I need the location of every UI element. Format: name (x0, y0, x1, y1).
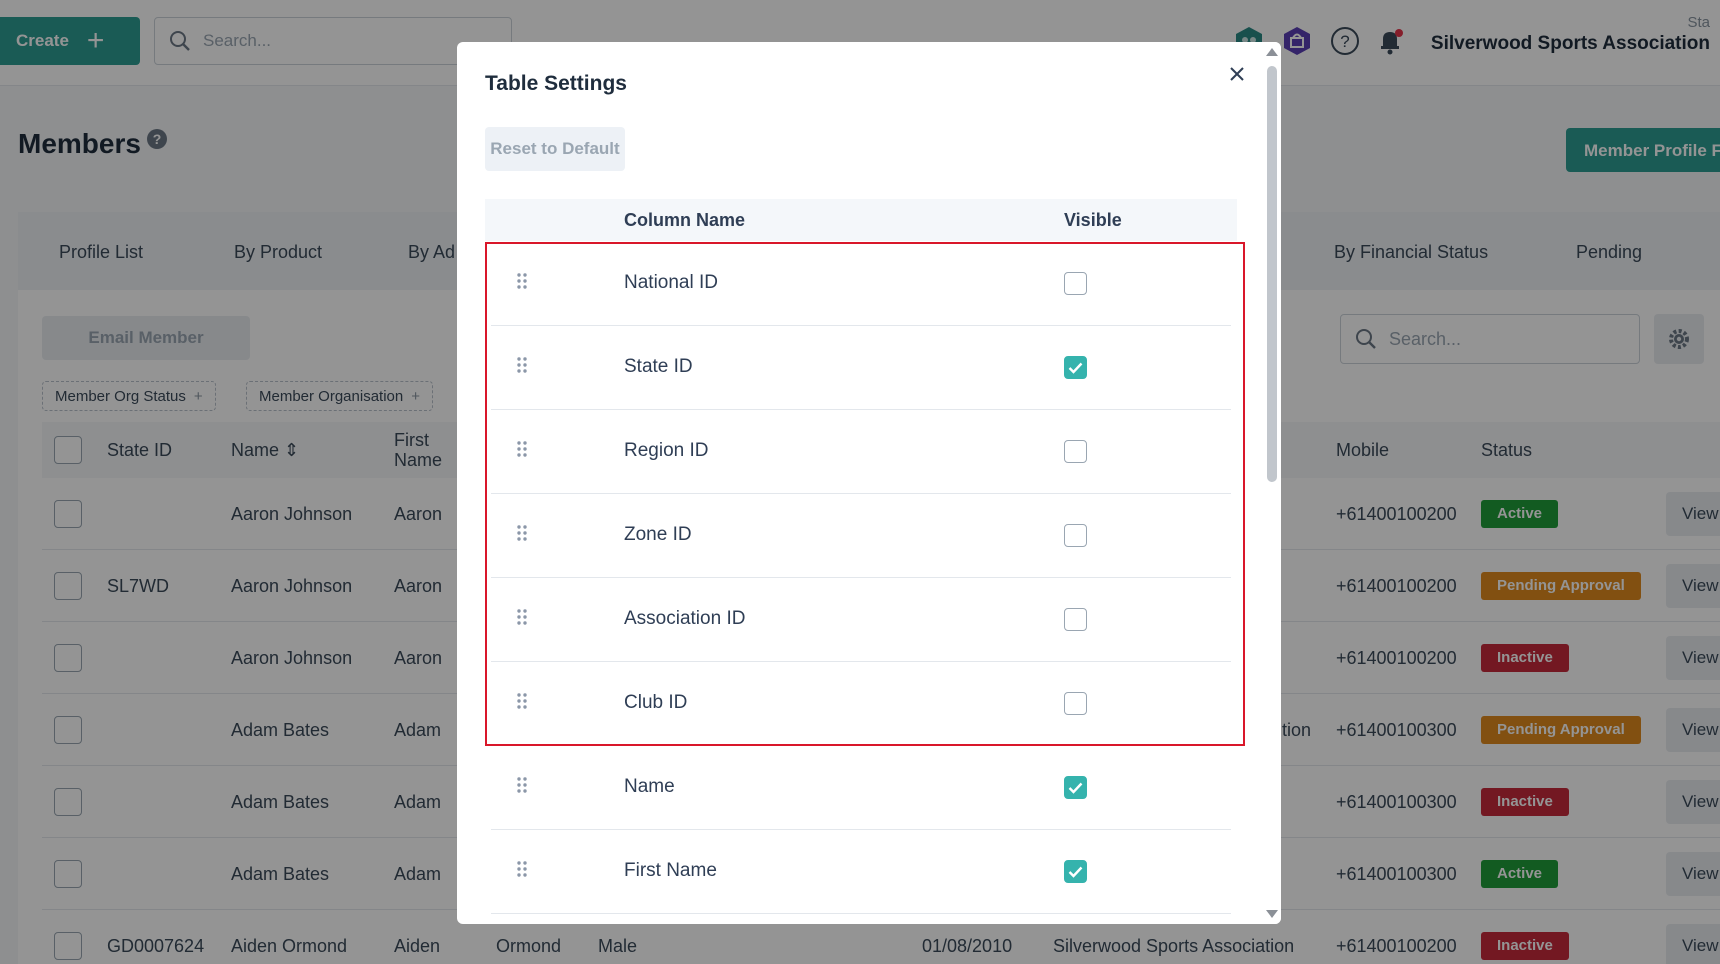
column-setting-row[interactable]: Association ID (491, 578, 1231, 662)
column-label: Region ID (624, 440, 709, 461)
drag-handle-icon[interactable] (515, 272, 529, 290)
visible-checkbox[interactable] (1064, 776, 1087, 799)
scroll-down-icon[interactable] (1266, 910, 1278, 918)
column-setting-row[interactable]: Name (491, 746, 1231, 830)
visible-checkbox[interactable] (1064, 692, 1087, 715)
modal-scrollbar[interactable] (1260, 42, 1281, 924)
drag-handle-icon[interactable] (515, 608, 529, 626)
column-label: Association ID (624, 608, 746, 629)
column-label: Club ID (624, 692, 688, 713)
column-setting-row[interactable]: Zone ID (491, 494, 1231, 578)
visible-checkbox[interactable] (1064, 860, 1087, 883)
drag-handle-icon[interactable] (515, 860, 529, 878)
table-settings-modal: Table Settings Reset to Default Column N… (457, 42, 1281, 924)
drag-handle-icon[interactable] (515, 692, 529, 710)
drag-handle-icon[interactable] (515, 524, 529, 542)
column-label: State ID (624, 356, 693, 377)
drag-handle-icon[interactable] (515, 356, 529, 374)
column-setting-row[interactable]: Region ID (491, 410, 1231, 494)
drag-handle-icon[interactable] (515, 776, 529, 794)
scroll-thumb[interactable] (1267, 66, 1277, 482)
close-button[interactable] (1221, 58, 1253, 90)
column-setting-row[interactable]: Club ID (491, 662, 1231, 746)
column-label: National ID (624, 272, 718, 293)
column-setting-row[interactable]: National ID (491, 242, 1231, 326)
column-label: Name (624, 776, 675, 797)
check-icon (1068, 866, 1083, 878)
settings-table-header: Column Name Visible (485, 199, 1237, 241)
column-setting-row[interactable]: First Name (491, 830, 1231, 914)
check-icon (1068, 362, 1083, 374)
modal-title: Table Settings (485, 72, 627, 95)
drag-handle-icon[interactable] (515, 440, 529, 458)
visible-checkbox[interactable] (1064, 356, 1087, 379)
visible-header: Visible (1064, 210, 1122, 230)
column-name-header: Column Name (624, 210, 746, 230)
check-icon (1068, 782, 1083, 794)
visible-checkbox[interactable] (1064, 440, 1087, 463)
column-setting-row[interactable]: State ID (491, 326, 1231, 410)
column-label: First Name (624, 860, 717, 881)
scroll-up-icon[interactable] (1266, 48, 1278, 56)
visible-checkbox[interactable] (1064, 272, 1087, 295)
close-icon (1230, 67, 1244, 81)
visible-checkbox[interactable] (1064, 524, 1087, 547)
column-label: Zone ID (624, 524, 692, 545)
reset-to-default-button[interactable]: Reset to Default (485, 127, 625, 171)
visible-checkbox[interactable] (1064, 608, 1087, 631)
